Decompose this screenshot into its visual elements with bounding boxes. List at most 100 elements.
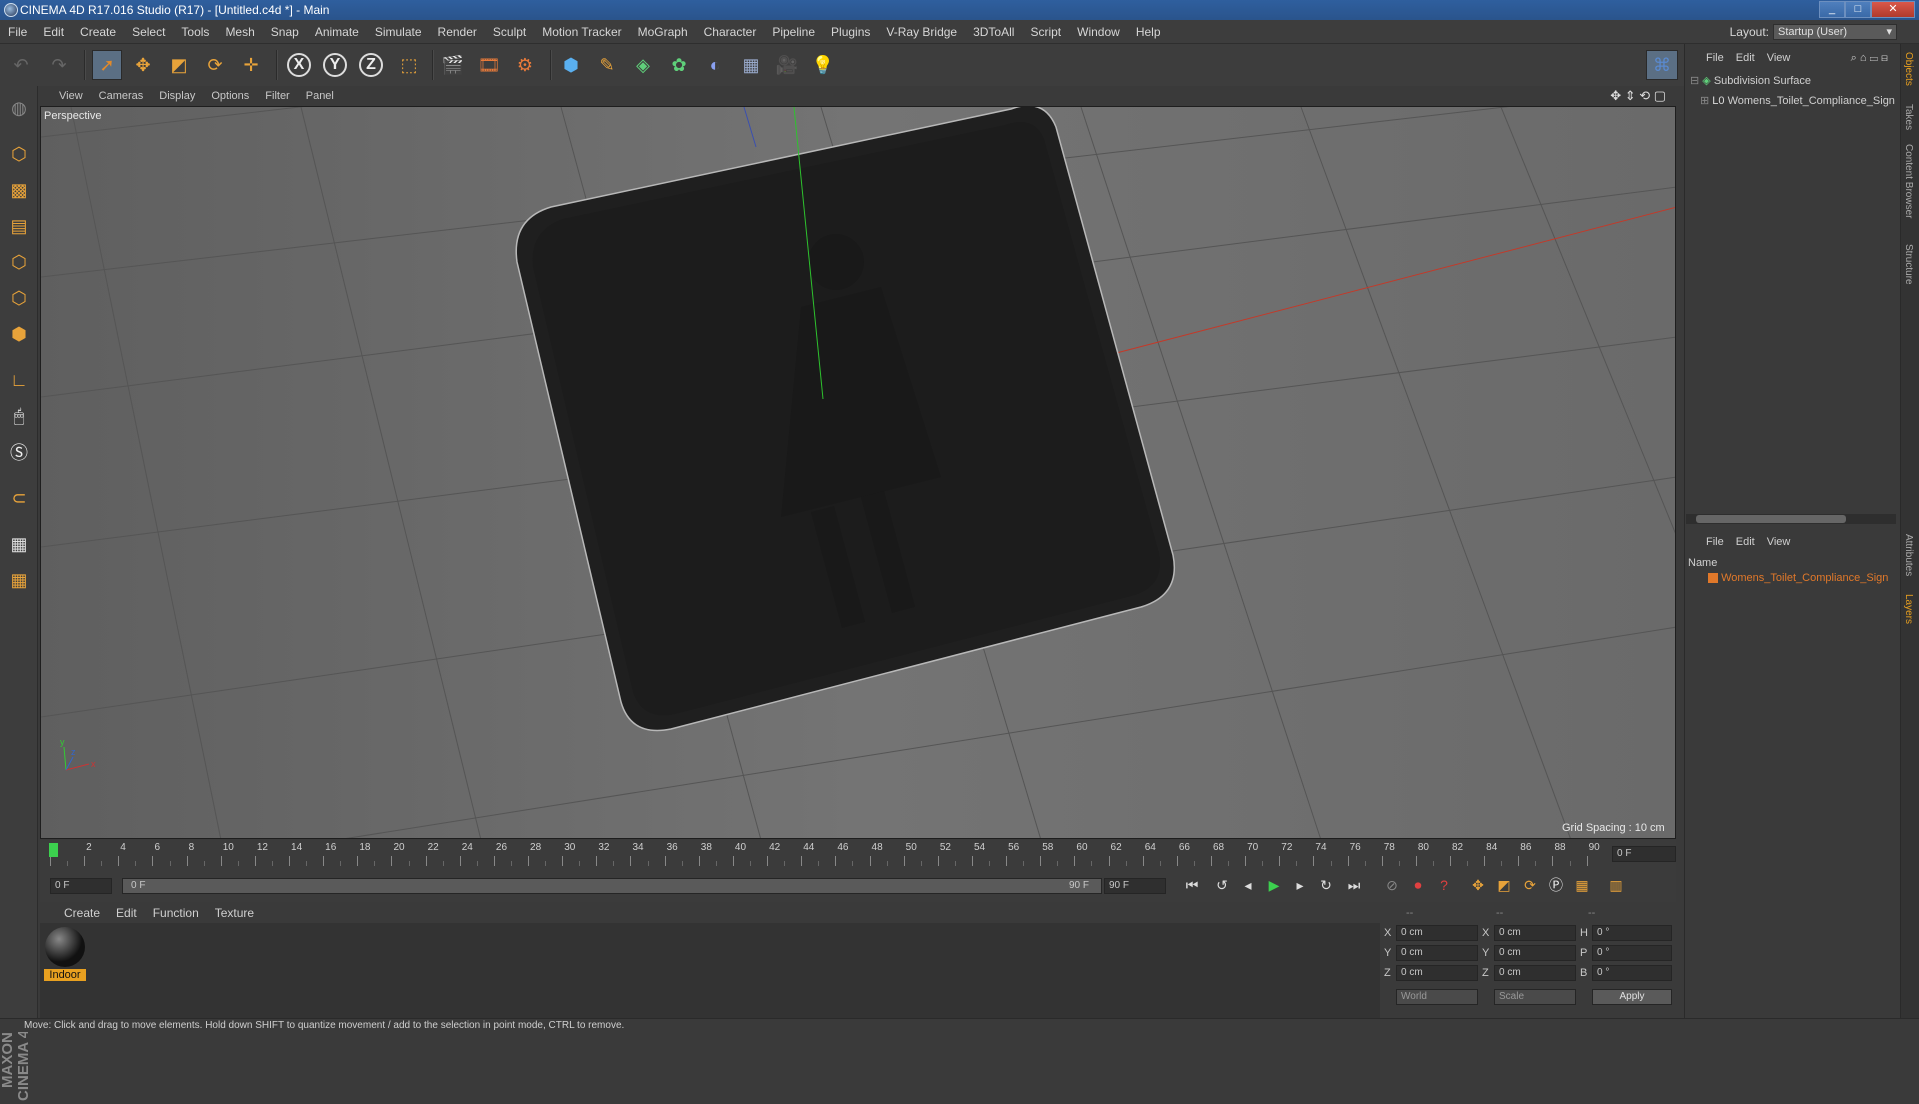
render-picture-viewer-icon[interactable]: 🎞 <box>474 50 504 80</box>
material-menu-texture[interactable]: Texture <box>207 903 262 923</box>
object-row-subdivision-surface[interactable]: ⊟ ◈ Subdivision Surface <box>1690 74 1890 90</box>
menu-mesh[interactable]: Mesh <box>217 20 262 44</box>
light-icon[interactable]: 💡 <box>808 50 838 80</box>
menu-simulate[interactable]: Simulate <box>367 20 430 44</box>
key-position-icon[interactable]: ✥ <box>1466 873 1490 897</box>
viewport-menu-panel[interactable]: Panel <box>298 86 342 106</box>
render-settings-icon[interactable]: ⚙ <box>510 50 540 80</box>
previous-key-icon[interactable]: ↺ <box>1210 873 1234 897</box>
tree-toggle-icon[interactable]: ⊟ <box>1690 75 1699 87</box>
edges-mode-icon[interactable]: ⬡ <box>3 282 35 314</box>
make-editable-icon[interactable]: ◍ <box>3 92 35 124</box>
material-menu-create[interactable]: Create <box>40 903 108 923</box>
close-button[interactable]: ✕ <box>1871 1 1915 18</box>
object-row-womens-toilet-sign[interactable]: ⊞ L0 Womens_Toilet_Compliance_Sign <box>1700 94 1900 110</box>
live-selection-icon[interactable]: ➚ <box>92 50 122 80</box>
menu-character[interactable]: Character <box>696 20 765 44</box>
subdivision-surface-icon[interactable]: ◈ <box>628 50 658 80</box>
apply-button[interactable]: Apply <box>1592 989 1672 1005</box>
goto-end-icon[interactable]: ⏭ <box>1342 873 1366 897</box>
menu-3dtoall[interactable]: 3DToAll <box>965 20 1022 44</box>
scrollbar-thumb[interactable] <box>1696 515 1846 523</box>
key-rotation-icon[interactable]: ⟳ <box>1518 873 1542 897</box>
viewport-perspective[interactable]: x y z <box>40 106 1676 839</box>
end-frame-field[interactable]: 90 F <box>1104 878 1166 894</box>
viewport-menu-cameras[interactable]: Cameras <box>91 86 152 106</box>
tab-structure[interactable]: Structure <box>1903 244 1914 285</box>
preview-range-slider[interactable]: 0 F 90 F <box>122 878 1102 894</box>
tab-content-browser[interactable]: Content Browser <box>1903 144 1914 218</box>
rotation-h-field[interactable]: 0 ° <box>1592 925 1672 941</box>
texture-mode-icon[interactable]: ▩ <box>3 174 35 206</box>
camera-icon[interactable]: 🎥 <box>772 50 802 80</box>
cloner-icon[interactable]: ✿ <box>664 50 694 80</box>
tree-toggle-icon[interactable]: ⊞ <box>1700 95 1709 107</box>
menu-render[interactable]: Render <box>430 20 485 44</box>
menu-tools[interactable]: Tools <box>173 20 217 44</box>
tab-layers[interactable]: Layers <box>1903 594 1914 624</box>
undo-icon[interactable]: ↶ <box>6 50 36 80</box>
deformer-icon[interactable]: ◐ <box>700 50 730 80</box>
coordinate-system-icon[interactable]: ⬚ <box>394 50 424 80</box>
object-menu-edit[interactable]: Edit <box>1730 48 1761 68</box>
layout-dropdown[interactable]: Startup (User) ▾ <box>1773 24 1897 40</box>
move-tool-icon[interactable]: ✥ <box>128 50 158 80</box>
playhead[interactable] <box>49 843 58 857</box>
scale-tool-icon[interactable]: ◩ <box>164 50 194 80</box>
object-manager-scrollbar[interactable] <box>1686 514 1896 524</box>
axis-mode-icon[interactable]: ∟ <box>3 364 35 396</box>
transform-tool-icon[interactable]: ✛ <box>236 50 266 80</box>
menu-sculpt[interactable]: Sculpt <box>485 20 534 44</box>
viewport-menu-options[interactable]: Options <box>203 86 257 106</box>
size-mode-dropdown[interactable]: Scale <box>1494 989 1576 1005</box>
menu-select[interactable]: Select <box>124 20 173 44</box>
cube-icon[interactable]: ⬢ <box>556 50 586 80</box>
redo-icon[interactable]: ↷ <box>44 50 74 80</box>
size-x-field[interactable]: 0 cm <box>1494 925 1576 941</box>
menu-plugins[interactable]: Plugins <box>823 20 878 44</box>
y-axis-lock-button[interactable]: Y <box>320 50 350 80</box>
menu-help[interactable]: Help <box>1128 20 1169 44</box>
pen-spline-icon[interactable]: ✎ <box>592 50 622 80</box>
position-x-field[interactable]: 0 cm <box>1396 925 1478 941</box>
menu-mograph[interactable]: MoGraph <box>630 20 696 44</box>
points-mode-icon[interactable]: ⬡ <box>3 246 35 278</box>
object-menu-file[interactable]: File <box>1684 48 1730 68</box>
next-frame-icon[interactable]: ▸ <box>1288 873 1312 897</box>
maximize-button[interactable]: □ <box>1845 1 1871 18</box>
keyframe-selection-icon[interactable]: ? <box>1432 873 1456 897</box>
x-axis-lock-button[interactable]: X <box>284 50 314 80</box>
menu-animate[interactable]: Animate <box>307 20 367 44</box>
tab-attributes[interactable]: Attributes <box>1903 534 1914 576</box>
viewport-menu-view[interactable]: View <box>39 86 91 106</box>
size-z-field[interactable]: 0 cm <box>1494 965 1576 981</box>
magnet-icon[interactable]: ⊂ <box>3 482 35 514</box>
menu-motion-tracker[interactable]: Motion Tracker <box>534 20 629 44</box>
menu-edit[interactable]: Edit <box>35 20 72 44</box>
layer-menu-file[interactable]: File <box>1684 532 1730 552</box>
material-menu-edit[interactable]: Edit <box>108 903 145 923</box>
polygons-mode-icon[interactable]: ⬢ <box>3 318 35 350</box>
tab-takes[interactable]: Takes <box>1903 104 1914 130</box>
z-axis-lock-button[interactable]: Z <box>356 50 386 80</box>
size-y-field[interactable]: 0 cm <box>1494 945 1576 961</box>
floor-icon[interactable]: ▦ <box>736 50 766 80</box>
layer-menu-edit[interactable]: Edit <box>1730 532 1761 552</box>
layer-row[interactable]: Womens_Toilet_Compliance_Sign <box>1686 572 1898 588</box>
minimize-button[interactable]: _ <box>1819 1 1845 18</box>
menu-script[interactable]: Script <box>1022 20 1069 44</box>
snap-icon[interactable]: Ⓢ <box>3 436 35 468</box>
material-swatch[interactable]: Indoor <box>44 927 86 985</box>
goto-start-icon[interactable]: ⏮ <box>1180 873 1204 897</box>
key-pla-icon[interactable]: ▦ <box>1570 873 1594 897</box>
viewport-navigation-icon[interactable]: ✥ ⇕ ⟲ ▢ <box>1610 88 1666 104</box>
lock-workplane-icon[interactable]: ▦ <box>3 528 35 560</box>
model-mode-icon[interactable]: ⬡ <box>3 138 35 170</box>
python-icon[interactable]: ⌘ <box>1646 50 1678 80</box>
workplane-mode-icon[interactable]: ▤ <box>3 210 35 242</box>
key-parameter-icon[interactable]: Ⓟ <box>1544 873 1568 897</box>
menu-pipeline[interactable]: Pipeline <box>764 20 823 44</box>
tweak-mode-icon[interactable]: 🖱 <box>3 400 35 432</box>
rotation-p-field[interactable]: 0 ° <box>1592 945 1672 961</box>
planar-workplane-icon[interactable]: ▦ <box>3 564 35 596</box>
